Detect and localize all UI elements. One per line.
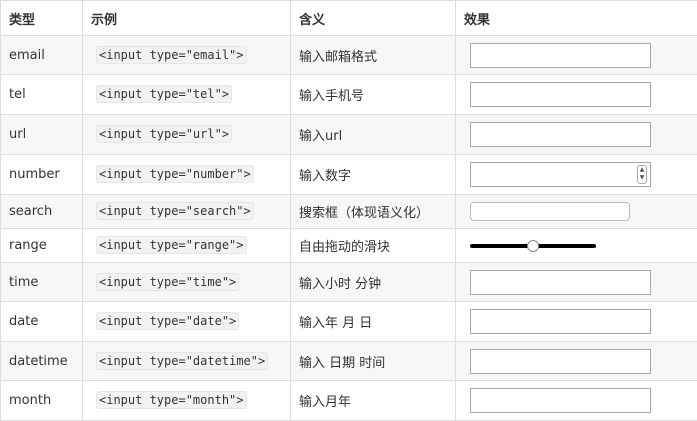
table-row: search <input type="search"> 搜索框（体现语义化）	[1, 195, 697, 229]
meaning-cell: 自由拖动的滑块	[291, 229, 456, 263]
code-snippet: <input type="tel">	[96, 85, 232, 103]
tel-input[interactable]	[470, 82, 651, 107]
table-row: month <input type="month"> 输入月年	[1, 381, 697, 421]
example-cell: <input type="email">	[83, 36, 291, 75]
type-cell: datetime	[1, 342, 83, 381]
effect-cell	[456, 36, 697, 75]
header-type: 类型	[1, 1, 83, 36]
time-input[interactable]	[470, 270, 651, 295]
effect-cell	[456, 381, 697, 421]
url-input[interactable]	[470, 122, 651, 147]
table-row: datetime <input type="datetime"> 输入 日期 时…	[1, 342, 697, 381]
meaning-cell: 输入年 月 日	[291, 302, 456, 342]
header-effect: 效果	[456, 1, 697, 36]
header-meaning: 含义	[291, 1, 456, 36]
effect-cell	[456, 302, 697, 342]
range-slider[interactable]	[470, 239, 596, 253]
meaning-cell: 输入 日期 时间	[291, 342, 456, 381]
email-input[interactable]	[470, 43, 651, 68]
code-snippet: <input type="month">	[96, 391, 247, 409]
type-cell: month	[1, 381, 83, 421]
header-example: 示例	[83, 1, 291, 36]
meaning-cell: 输入邮箱格式	[291, 36, 456, 75]
type-cell: tel	[1, 75, 83, 115]
type-cell: email	[1, 36, 83, 75]
code-snippet: <input type="datetime">	[96, 352, 268, 370]
effect-cell	[456, 229, 697, 263]
search-input[interactable]	[470, 202, 630, 221]
code-snippet: <input type="range">	[96, 236, 247, 254]
date-input[interactable]	[470, 309, 651, 334]
effect-cell	[456, 75, 697, 115]
input-types-table: 类型 示例 含义 效果 email <input type="email"> 输…	[0, 0, 697, 421]
meaning-cell: 输入月年	[291, 381, 456, 421]
code-snippet: <input type="email">	[96, 46, 247, 64]
effect-cell	[456, 263, 697, 302]
table-row: date <input type="date"> 输入年 月 日	[1, 302, 697, 342]
code-snippet: <input type="date">	[96, 312, 239, 330]
example-cell: <input type="number">	[83, 155, 291, 195]
meaning-cell: 输入数字	[291, 155, 456, 195]
effect-cell: ▲▼	[456, 155, 697, 195]
table-row: url <input type="url"> 输入url	[1, 115, 697, 155]
effect-cell	[456, 342, 697, 381]
code-snippet: <input type="search">	[96, 202, 254, 220]
month-input[interactable]	[470, 388, 651, 413]
table-row: tel <input type="tel"> 输入手机号	[1, 75, 697, 115]
type-cell: url	[1, 115, 83, 155]
number-spinner-icon[interactable]: ▲▼	[637, 165, 647, 184]
table-row: number <input type="number"> 输入数字 ▲▼	[1, 155, 697, 195]
range-thumb[interactable]	[527, 240, 539, 252]
type-cell: time	[1, 263, 83, 302]
example-cell: <input type="tel">	[83, 75, 291, 115]
example-cell: <input type="search">	[83, 195, 291, 229]
effect-cell	[456, 195, 697, 229]
meaning-cell: 输入手机号	[291, 75, 456, 115]
example-cell: <input type="datetime">	[83, 342, 291, 381]
datetime-input[interactable]	[470, 349, 651, 374]
meaning-cell: 搜索框（体现语义化）	[291, 195, 456, 229]
example-cell: <input type="time">	[83, 263, 291, 302]
code-snippet: <input type="time">	[96, 273, 239, 291]
type-cell: number	[1, 155, 83, 195]
table-row: time <input type="time"> 输入小时 分钟	[1, 263, 697, 302]
meaning-cell: 输入url	[291, 115, 456, 155]
example-cell: <input type="range">	[83, 229, 291, 263]
code-snippet: <input type="number">	[96, 165, 254, 183]
meaning-cell: 输入小时 分钟	[291, 263, 456, 302]
type-cell: range	[1, 229, 83, 263]
header-row: 类型 示例 含义 效果	[1, 1, 697, 36]
example-cell: <input type="date">	[83, 302, 291, 342]
type-cell: search	[1, 195, 83, 229]
example-cell: <input type="url">	[83, 115, 291, 155]
effect-cell	[456, 115, 697, 155]
number-input[interactable]: ▲▼	[470, 162, 651, 187]
example-cell: <input type="month">	[83, 381, 291, 421]
table-row: email <input type="email"> 输入邮箱格式	[1, 36, 697, 75]
code-snippet: <input type="url">	[96, 125, 232, 143]
table-row: range <input type="range"> 自由拖动的滑块	[1, 229, 697, 263]
type-cell: date	[1, 302, 83, 342]
